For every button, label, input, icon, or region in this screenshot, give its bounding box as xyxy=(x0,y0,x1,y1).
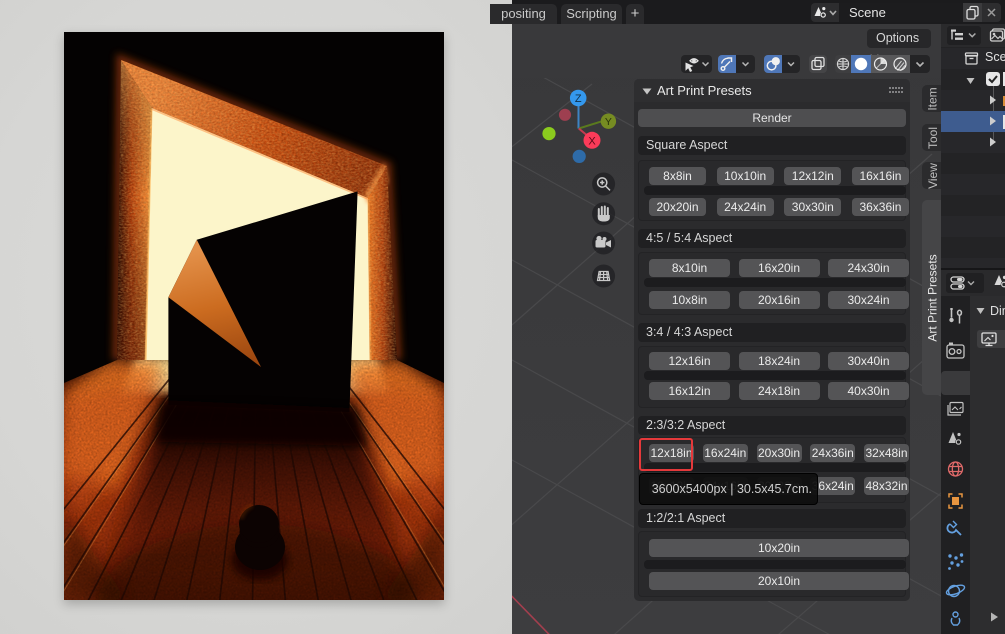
svg-text:Z: Z xyxy=(575,93,582,105)
svg-text:Y: Y xyxy=(605,116,612,128)
svg-text:X: X xyxy=(588,136,596,148)
